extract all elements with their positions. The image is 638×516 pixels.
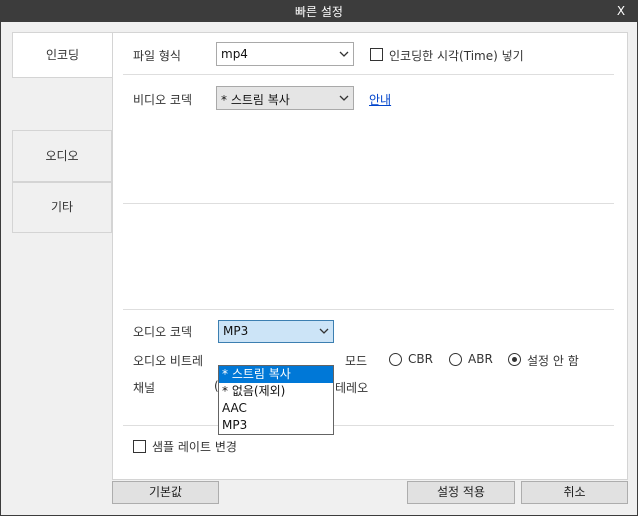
mode-label: 모드: [345, 354, 368, 368]
apply-button[interactable]: 설정 적용: [407, 481, 515, 504]
tab-other-label: 기타: [50, 200, 74, 214]
file-format-value: mp4: [221, 47, 248, 61]
default-button[interactable]: 기본값: [112, 481, 219, 504]
channel-stereo-label: 테레오: [335, 381, 369, 395]
samplerate-label: 샘플 레이트 변경: [152, 440, 237, 454]
audio-codec-select[interactable]: MP3: [218, 320, 334, 343]
tab-encoding-label: 인코딩: [45, 48, 80, 62]
tab-encoding[interactable]: 인코딩: [12, 32, 112, 78]
dropdown-option[interactable]: MP3: [219, 417, 333, 434]
mode-cbr-label: CBR: [408, 352, 433, 366]
dropdown-option[interactable]: * 없음(제외): [219, 383, 333, 400]
divider: [123, 309, 614, 310]
cancel-button[interactable]: 취소: [521, 481, 628, 504]
title-bar: 빠른 설정 X: [0, 0, 638, 22]
settings-panel: 파일 형식 mp4 인코딩한 시각(Time) 넣기 비디오 코덱 * 스트림 …: [112, 32, 628, 480]
tab-audio[interactable]: 오디오: [12, 130, 112, 182]
audio-codec-label: 오디오 코덱: [133, 325, 193, 339]
samplerate-checkbox[interactable]: [133, 440, 146, 453]
dropdown-option[interactable]: * 스트림 복사: [219, 366, 333, 383]
insert-time-checkbox[interactable]: [370, 48, 383, 61]
audio-codec-dropdown: * 스트림 복사 * 없음(제외) AAC MP3: [218, 365, 334, 435]
channel-label: 채널: [133, 381, 156, 395]
tab-other[interactable]: 기타: [12, 182, 112, 233]
dialog-window: 인코딩 오디오 기타 파일 형식 mp4 인코딩한 시각(Time) 넣기 비디…: [0, 22, 638, 516]
chevron-down-icon: [339, 51, 349, 57]
guide-link[interactable]: 안내: [369, 91, 391, 108]
window-title: 빠른 설정: [295, 5, 343, 19]
video-codec-label: 비디오 코덱: [133, 93, 193, 107]
mode-none-radio[interactable]: [508, 353, 521, 366]
mode-abr-label: ABR: [468, 352, 493, 366]
mode-cbr-radio[interactable]: [389, 353, 402, 366]
divider: [123, 74, 614, 75]
audio-bitrate-label: 오디오 비트레: [133, 354, 204, 368]
close-button[interactable]: X: [608, 0, 634, 22]
chevron-down-icon: [319, 328, 329, 334]
audio-codec-value: MP3: [223, 324, 249, 338]
video-codec-select[interactable]: * 스트림 복사: [216, 86, 354, 110]
chevron-down-icon: [339, 95, 349, 101]
divider: [123, 425, 614, 426]
mode-none-label: 설정 안 함: [527, 354, 579, 368]
insert-time-label: 인코딩한 시각(Time) 넣기: [389, 49, 524, 63]
mode-abr-radio[interactable]: [449, 353, 462, 366]
file-format-select[interactable]: mp4: [216, 42, 354, 66]
divider: [123, 203, 614, 204]
video-codec-value: * 스트림 복사: [221, 93, 290, 107]
file-format-label: 파일 형식: [133, 49, 181, 63]
dropdown-option[interactable]: AAC: [219, 400, 333, 417]
tab-audio-label: 오디오: [45, 149, 79, 163]
